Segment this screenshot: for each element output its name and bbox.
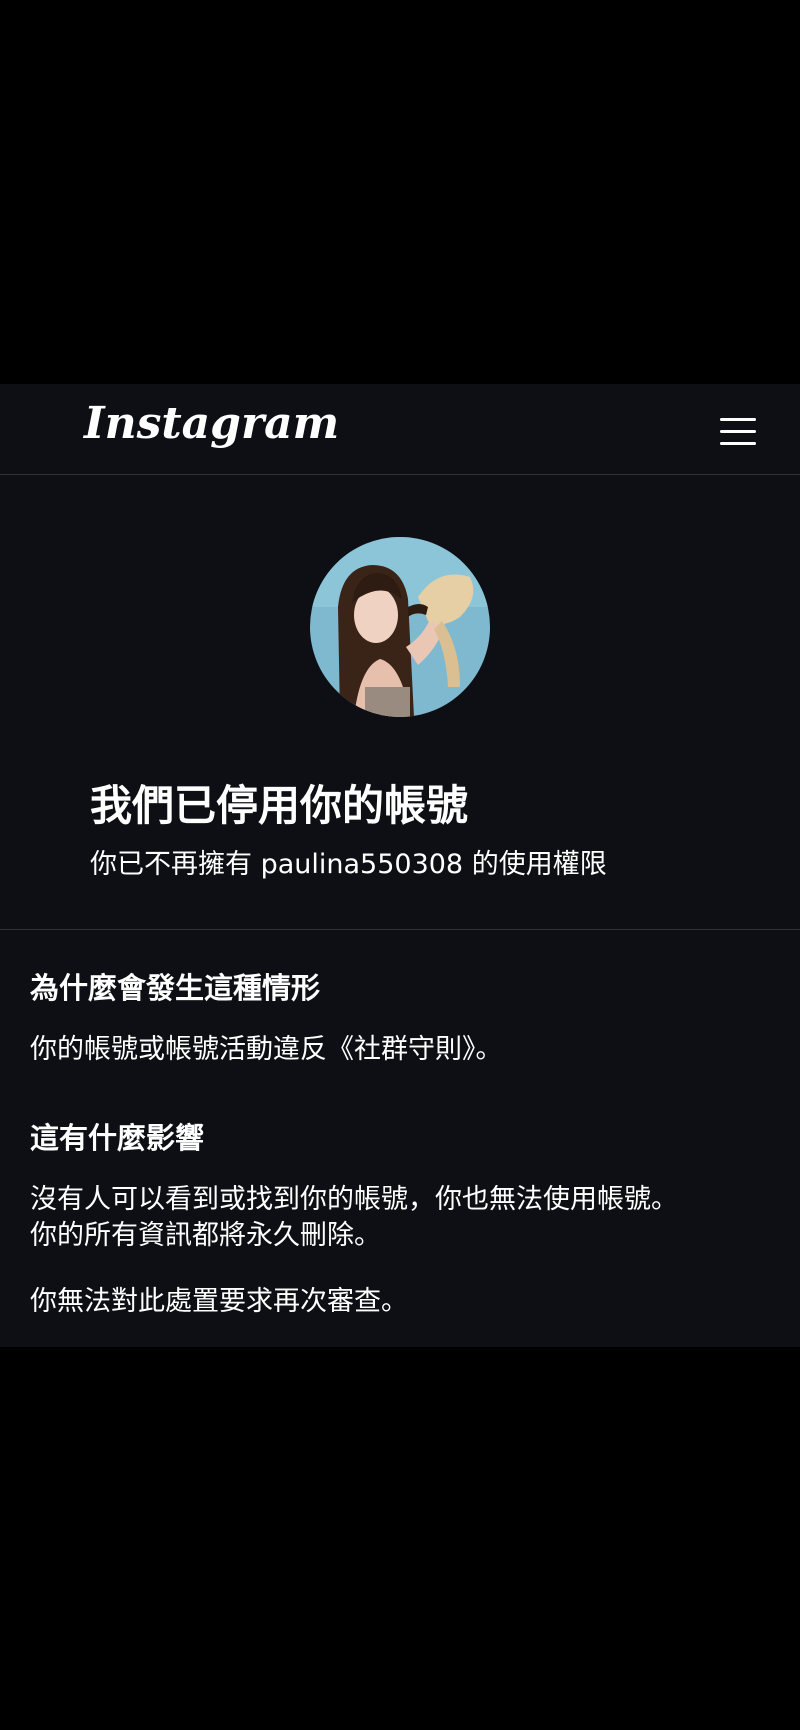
menu-line [720, 430, 756, 433]
account-disabled-panel: Instagram 我們已停用你的帳號 你已不再擁有 paulina550308… [0, 384, 800, 1347]
reason-heading: 為什麼會發生這種情形 [30, 971, 321, 1005]
access-lost-subtitle: 你已不再擁有 paulina550308 的使用權限 [90, 849, 607, 880]
section-divider [0, 929, 800, 930]
profile-avatar [310, 537, 490, 717]
reason-text: 你的帳號或帳號活動違反《社群守則》。 [30, 1034, 503, 1065]
menu-line [720, 442, 756, 445]
impact-heading: 這有什麼影響 [30, 1121, 205, 1155]
hamburger-menu-icon[interactable] [718, 414, 760, 448]
impact-text-line1: 沒有人可以看到或找到你的帳號，你也無法使用帳號。 [30, 1184, 678, 1215]
instagram-logo[interactable]: Instagram [84, 398, 339, 449]
avatar-image [310, 537, 490, 717]
disabled-headline: 我們已停用你的帳號 [90, 781, 469, 830]
menu-line [720, 418, 756, 421]
impact-text-line2: 你的所有資訊都將永久刪除。 [30, 1220, 381, 1251]
no-review-text: 你無法對此處置要求再次審查。 [30, 1286, 408, 1317]
top-navigation-bar: Instagram [0, 384, 800, 475]
